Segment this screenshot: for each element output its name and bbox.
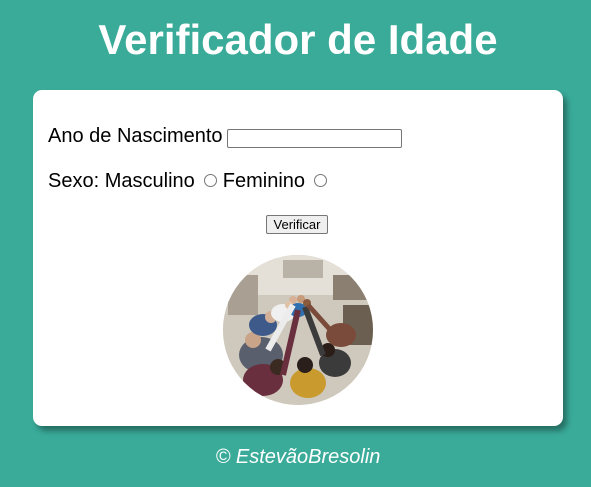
male-radio[interactable]	[203, 174, 217, 187]
result-image	[223, 255, 373, 405]
verify-button[interactable]: Verificar	[266, 215, 328, 234]
birth-year-input[interactable]	[226, 129, 402, 148]
birth-year-label: Ano de Nascimento	[48, 125, 223, 147]
page-title: Verificador de Idade	[98, 16, 498, 63]
female-radio[interactable]	[314, 174, 328, 187]
female-label: Feminino	[222, 170, 306, 192]
form-card: Ano de Nascimento Sexo: Masculino Feminin…	[33, 90, 563, 426]
footer-copyright: © EstevãoBresolin	[215, 446, 381, 468]
male-label: Masculino	[104, 170, 195, 192]
sex-label: Sexo:	[48, 170, 100, 192]
birth-year-row: Ano de Nascimento	[48, 124, 402, 148]
group-high-five-icon	[223, 255, 373, 405]
sex-row: Sexo: Masculino Feminino	[48, 169, 333, 193]
